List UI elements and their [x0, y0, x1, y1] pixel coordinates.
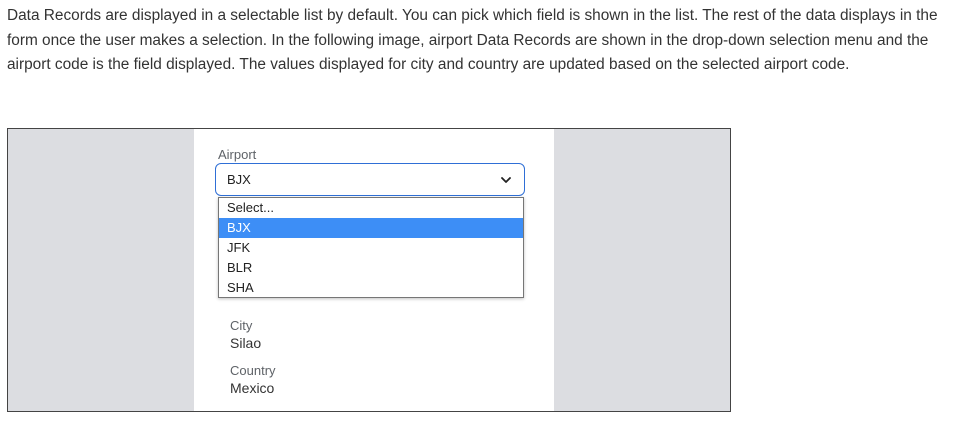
airport-options-list: Select... BJX JFK BLR SHA: [218, 197, 524, 298]
option-jfk[interactable]: JFK: [219, 238, 523, 258]
form-panel: Airport BJX Select... BJX JFK BLR SHA Ci…: [194, 129, 554, 411]
country-label: Country: [230, 363, 276, 378]
city-value: Silao: [230, 335, 262, 351]
option-sha[interactable]: SHA: [219, 278, 523, 298]
chevron-down-icon: [501, 177, 511, 183]
option-bjx[interactable]: BJX: [219, 218, 523, 238]
airport-label: Airport: [218, 147, 257, 162]
city-label: City: [230, 318, 253, 333]
airport-select[interactable]: BJX: [215, 163, 525, 196]
option-select[interactable]: Select...: [219, 198, 523, 218]
option-blr[interactable]: BLR: [219, 258, 523, 278]
country-value: Mexico: [230, 380, 275, 396]
screenshot-figure: Airport BJX Select... BJX JFK BLR SHA Ci…: [7, 128, 731, 412]
intro-paragraph: Data Records are displayed in a selectab…: [7, 7, 938, 73]
airport-select-value: BJX: [227, 172, 251, 187]
